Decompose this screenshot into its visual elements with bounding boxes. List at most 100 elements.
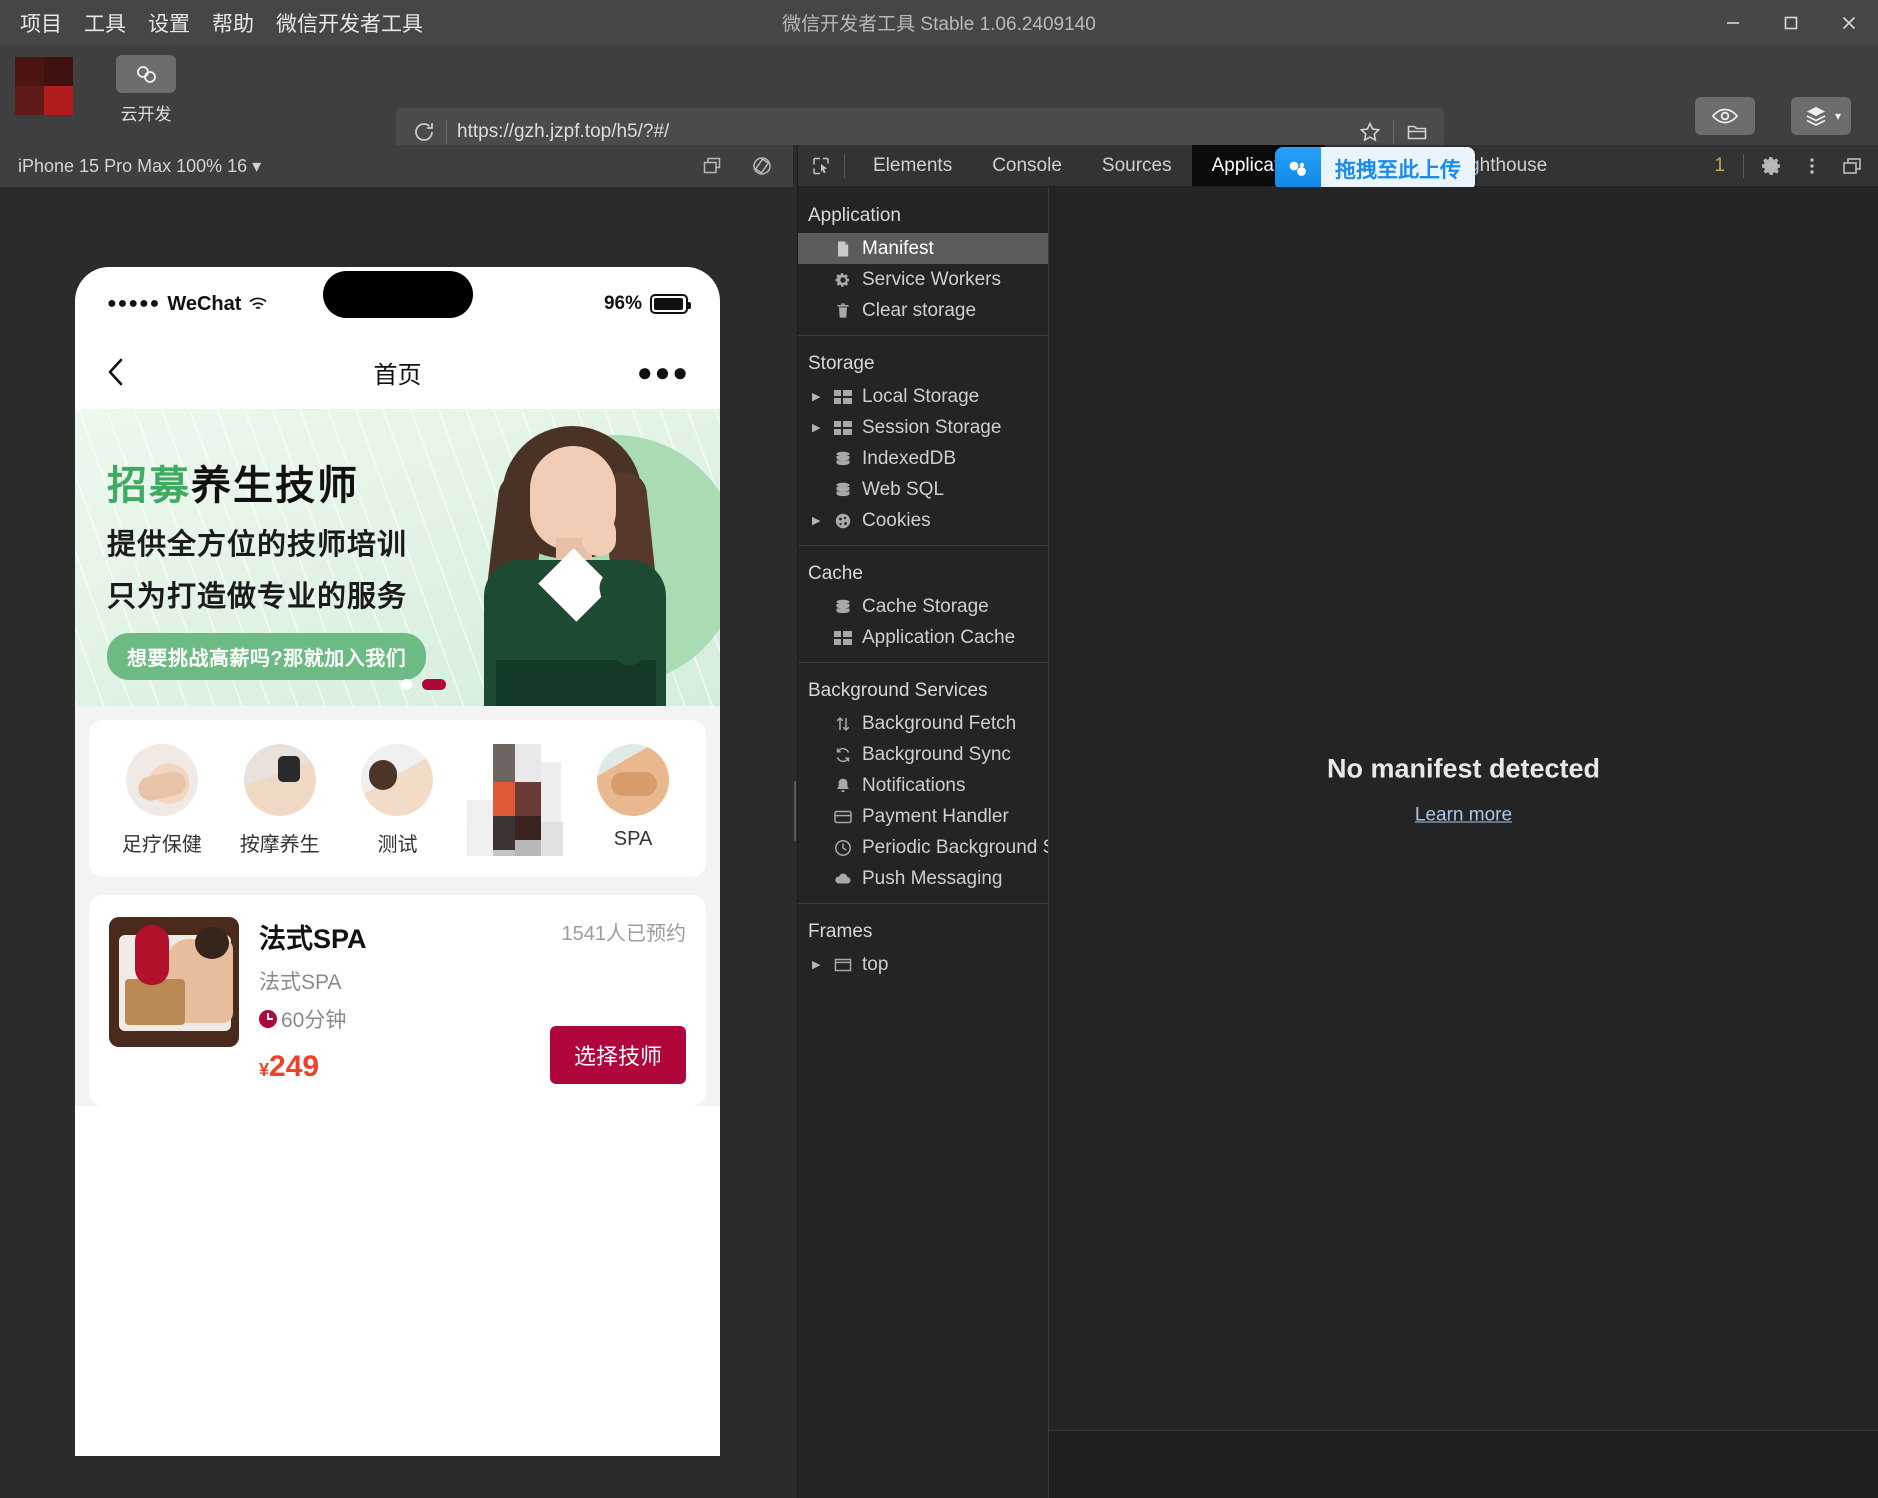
main-toolbar: 云开发 https://gzh.jzpf.top/h5/?#/	[0, 45, 1878, 145]
sidebar-item-local-storage[interactable]: ▶ Local Storage	[798, 381, 1048, 412]
chevron-right-icon[interactable]: ▶	[812, 390, 824, 403]
service-duration-label: 60分钟	[281, 1004, 346, 1034]
window-controls	[1704, 0, 1878, 45]
category-item[interactable]: 按摩养生	[228, 744, 332, 857]
kebab-menu-icon[interactable]	[1792, 145, 1832, 187]
device-caret: ▾	[252, 156, 261, 176]
upload-drop-badge[interactable]: 拖拽至此上传	[1275, 147, 1475, 191]
banner-pagination[interactable]	[401, 679, 446, 690]
currency-symbol: ¥	[259, 1060, 269, 1080]
rotate-device-icon[interactable]	[745, 151, 779, 181]
manifest-panel: No manifest detected Learn more	[1049, 187, 1878, 1498]
sidebar-item-session-storage[interactable]: ▶ Session Storage	[798, 412, 1048, 443]
title-bar: 项目 工具 设置 帮助 微信开发者工具 微信开发者工具 Stable 1.06.…	[0, 0, 1878, 45]
category-item[interactable]: 足疗保健	[110, 744, 214, 857]
gear-icon	[832, 271, 854, 289]
maximize-button[interactable]	[1762, 0, 1820, 45]
sidebar-item-background-fetch[interactable]: ▶ Background Fetch	[798, 708, 1048, 739]
inspect-cursor-icon[interactable]	[798, 145, 844, 186]
carrier-label: WeChat	[167, 293, 241, 316]
sidebar-item-label: Service Workers	[862, 269, 1001, 291]
service-thumbnail	[109, 917, 239, 1047]
menu-item-devtools[interactable]: 微信开发者工具	[276, 8, 423, 38]
menu-item-tools[interactable]: 工具	[84, 8, 126, 38]
banner-cta-pill[interactable]: 想要挑战高薪吗?那就加入我们	[107, 633, 426, 680]
wifi-icon	[248, 296, 268, 312]
multi-window-icon[interactable]	[695, 151, 729, 181]
dock-panel-icon[interactable]	[1832, 145, 1872, 187]
page-title: 首页	[75, 355, 720, 390]
sidebar-item-cookies[interactable]: ▶ Cookies	[798, 505, 1048, 536]
menu-item-settings[interactable]: 设置	[148, 8, 190, 38]
spa-icon	[597, 744, 669, 816]
clock-icon	[832, 839, 854, 857]
sidebar-item-label: Application Cache	[862, 627, 1015, 649]
sidebar-group-title: Cache	[798, 555, 1048, 591]
category-label: 按摩养生	[228, 828, 332, 857]
document-icon	[832, 240, 854, 258]
sidebar-item-payment-handler[interactable]: ▶ Payment Handler	[798, 801, 1048, 832]
sidebar-item-push-messaging[interactable]: ▶ Push Messaging	[798, 863, 1048, 894]
devtools-body: Application ▶ Manifest ▶ Service Wo	[798, 187, 1878, 1498]
banner-model-photo	[456, 420, 692, 706]
devtools-status-strip	[1049, 1430, 1878, 1498]
upload-badge-text: 拖拽至此上传	[1321, 147, 1475, 191]
sidebar-item-label: Local Storage	[862, 386, 979, 408]
select-technician-button[interactable]: 选择技师	[550, 1026, 686, 1084]
menu-bar: 项目 工具 设置 帮助 微信开发者工具	[0, 8, 423, 38]
tab-console[interactable]: Console	[972, 145, 1082, 186]
phone-frame: ●●●●● WeChat 96%	[75, 267, 720, 1498]
censored-thumbnail	[463, 744, 567, 856]
url-input[interactable]: https://gzh.jzpf.top/h5/?#/	[457, 121, 1351, 143]
signal-dots: ●●●●●	[107, 295, 160, 313]
body-massage-icon	[244, 744, 316, 816]
close-button[interactable]	[1820, 0, 1878, 45]
cloud-dev-button[interactable]: 云开发	[106, 55, 186, 125]
banner-line-2: 提供全方位的技师培训	[107, 521, 426, 563]
test-icon	[361, 744, 433, 816]
category-item[interactable]	[463, 744, 567, 856]
category-label: SPA	[581, 828, 685, 851]
chevron-right-icon[interactable]: ▶	[812, 421, 824, 434]
tab-elements[interactable]: Elements	[853, 145, 972, 186]
sidebar-item-web-sql[interactable]: ▶ Web SQL	[798, 474, 1048, 505]
learn-more-link[interactable]: Learn more	[1415, 805, 1512, 827]
category-item[interactable]: 测试	[345, 744, 449, 857]
sidebar-item-manifest[interactable]: ▶ Manifest	[798, 233, 1048, 264]
tab-sources[interactable]: Sources	[1082, 145, 1192, 186]
sidebar-item-application-cache[interactable]: ▶ Application Cache	[798, 622, 1048, 653]
sidebar-item-frame-top[interactable]: ▶ top	[798, 949, 1048, 980]
phone-content: 足疗保健 按摩养生 测试	[75, 706, 720, 1106]
menu-item-help[interactable]: 帮助	[212, 8, 254, 38]
sidebar-item-notifications[interactable]: ▶ Notifications	[798, 770, 1048, 801]
sidebar-item-cache-storage[interactable]: ▶ Cache Storage	[798, 591, 1048, 622]
sidebar-item-background-sync[interactable]: ▶ Background Sync	[798, 739, 1048, 770]
promo-banner[interactable]: 招募养生技师 提供全方位的技师培训 只为打造做专业的服务 想要挑战高薪吗?那就加…	[75, 409, 720, 706]
service-subtitle: 法式SPA	[259, 966, 476, 996]
sidebar-item-indexeddb[interactable]: ▶ IndexedDB	[798, 443, 1048, 474]
banner-headline-dark: 养生技师	[191, 464, 359, 508]
sidebar-item-clear-storage[interactable]: ▶ Clear storage	[798, 295, 1048, 326]
arrows-updown-icon	[832, 715, 854, 733]
device-selector[interactable]: iPhone 15 Pro Max 100% 16 ▾	[18, 156, 261, 177]
category-label: 足疗保健	[110, 828, 214, 857]
menu-item-project[interactable]: 项目	[20, 8, 62, 38]
service-duration: 60分钟	[259, 1004, 476, 1034]
service-card[interactable]: 法式SPA 法式SPA 60分钟 ¥249 1541人已预约	[89, 895, 706, 1106]
app-window: 项目 工具 设置 帮助 微信开发者工具 微信开发者工具 Stable 1.06.…	[0, 0, 1878, 1498]
battery-percent: 96%	[604, 293, 642, 315]
sidebar-item-label: Background Sync	[862, 744, 1011, 766]
sidebar-item-label: Manifest	[862, 238, 934, 260]
chevron-right-icon[interactable]: ▶	[812, 958, 824, 971]
simulator-stage: ●●●●● WeChat 96%	[0, 187, 793, 1498]
phone-nav-bar: 首页 ●●●	[75, 341, 720, 403]
sidebar-item-service-workers[interactable]: ▶ Service Workers	[798, 264, 1048, 295]
chevron-right-icon[interactable]: ▶	[812, 514, 824, 527]
gear-icon[interactable]	[1752, 145, 1792, 187]
sidebar-item-periodic-background-sync[interactable]: ▶ Periodic Background Sync	[798, 832, 1048, 863]
project-thumbnail[interactable]	[15, 57, 73, 115]
minimize-button[interactable]	[1704, 0, 1762, 45]
sidebar-item-label: Push Messaging	[862, 868, 1002, 890]
simulator-toolbar: iPhone 15 Pro Max 100% 16 ▾	[0, 145, 793, 187]
category-item[interactable]: SPA	[581, 744, 685, 851]
